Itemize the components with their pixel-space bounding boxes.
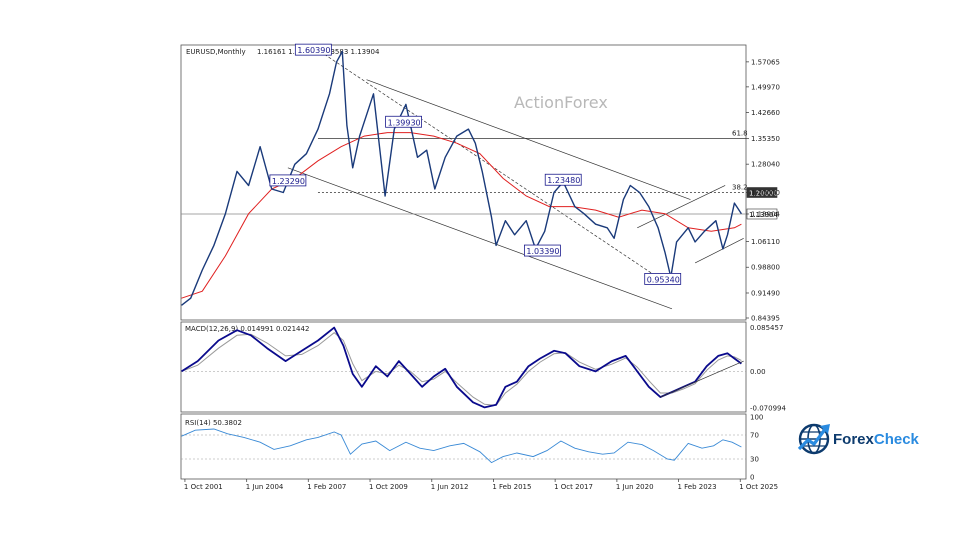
- boxed-price-0: 1.60390: [294, 43, 332, 56]
- price-panel: EURUSD,Monthly 1.16161 1.16535 1.13583 1…: [180, 43, 780, 323]
- price-tick-label: 1.49970: [751, 83, 780, 91]
- time-tick-label: 1 Jun 2020: [616, 483, 654, 491]
- time-tick-label: 1 Oct 2025: [739, 483, 778, 491]
- macd-axis: 0.085457 0.00 -0.070994: [750, 324, 786, 413]
- rsi-tick-label: 70: [750, 432, 759, 440]
- boxed-price-label: 1.23480: [547, 176, 580, 185]
- boxed-price-1: 1.39930: [385, 115, 422, 128]
- macd-header: MACD(12,26,9) 0.014991 0.021442: [185, 325, 309, 333]
- boxed-price-4: 1.03390: [523, 244, 561, 257]
- forexcheck-logo: ForexCheck: [797, 423, 920, 455]
- rsi-tick-label: 100: [750, 414, 763, 422]
- rsi-tick-label: 0: [750, 474, 754, 482]
- hline-label-0: 61.8: [732, 129, 748, 137]
- price-tick-label: 1.06110: [751, 238, 780, 246]
- time-tick-label: 1 Jun 2004: [246, 483, 284, 491]
- boxed-price-2: 1.23290: [269, 174, 307, 187]
- price-tick-label: 0.91490: [751, 289, 780, 297]
- macd-panel: MACD(12,26,9) 0.014991 0.021442 0.085457…: [180, 321, 786, 413]
- macd-tick-label: 0.085457: [750, 324, 783, 332]
- rsi-panel: RSI(14) 50.3802 100 70 30 0: [180, 414, 763, 482]
- rsi-axis: 100 70 30 0: [750, 414, 763, 482]
- time-tick-label: 1 Feb 2023: [677, 483, 716, 491]
- time-tick-label: 1 Feb 2007: [307, 483, 346, 491]
- time-tick-label: 1 Oct 2009: [369, 483, 408, 491]
- boxed-price-label: 1.60390: [297, 46, 330, 55]
- boxed-price-label: 1.39930: [388, 118, 421, 127]
- time-tick-label: 1 Oct 2001: [184, 483, 223, 491]
- chart-stage: EURUSD,Monthly 1.16161 1.16535 1.13583 1…: [180, 43, 920, 491]
- macd-tick-label: 0.00: [750, 368, 766, 376]
- watermark-text: ActionForex: [514, 93, 608, 112]
- price-tick-label: 0.98800: [751, 264, 780, 272]
- time-axis: 1 Oct 2001 1 Jun 2004 1 Feb 2007 1 Oct 2009…: [184, 479, 778, 491]
- rsi-tick-label: 30: [750, 456, 759, 464]
- boxed-price-label: 0.95340: [647, 275, 680, 284]
- boxed-price-label: 1.03390: [526, 247, 559, 256]
- price-tick-label: 1.42660: [751, 109, 780, 117]
- boxed-price-label: 1.23290: [272, 177, 305, 186]
- price-tick-label: 1.57065: [751, 58, 780, 66]
- price-header-symbol: EURUSD,Monthly: [186, 48, 246, 56]
- price-tick-label: 0.84395: [751, 315, 780, 323]
- time-tick-label: 1 Oct 2017: [554, 483, 593, 491]
- brand-name: ForexCheck: [833, 431, 920, 448]
- boxed-price-3: 1.23480: [544, 173, 582, 186]
- macd-tick-label: -0.070994: [750, 404, 786, 412]
- time-tick-label: 1 Jun 2012: [431, 483, 469, 491]
- rsi-header: RSI(14) 50.3802: [185, 419, 242, 427]
- boxed-price-5: 0.95340: [644, 273, 682, 285]
- price-tick-label: 1.13904: [751, 210, 780, 218]
- price-tick-label: 1.20000: [751, 189, 780, 197]
- time-tick-label: 1 Feb 2015: [492, 483, 531, 491]
- price-axis: 1.57065 1.49970 1.42660 1.35350 1.28040 1.200…: [746, 58, 780, 323]
- hline-label-1: 38.2: [732, 184, 748, 192]
- price-tick-label: 1.35350: [751, 135, 780, 143]
- price-tick-label: 1.28040: [751, 161, 780, 169]
